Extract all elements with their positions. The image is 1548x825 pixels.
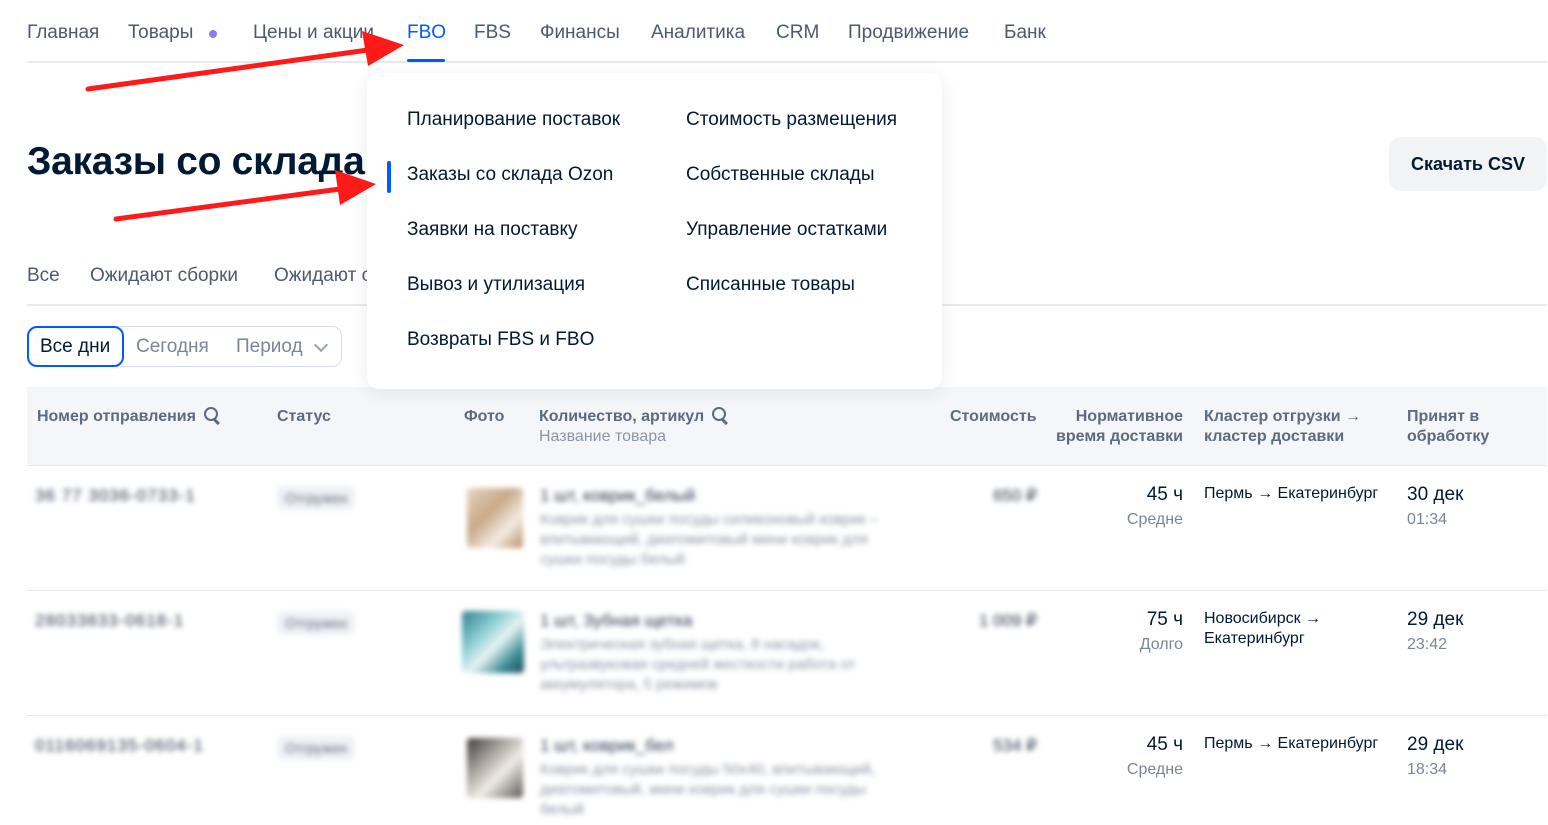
date-filter-period[interactable]: Период (236, 336, 303, 358)
nav-item-fbo[interactable]: FBO (407, 22, 446, 44)
product-description: Коврик для сушки посуды 50х40, впитывающ… (540, 761, 876, 818)
col-product-name-label: Название товара (539, 428, 667, 445)
menu-item-ozon-warehouse-orders[interactable]: Заказы со склада Ozon (407, 164, 613, 186)
menu-item-supply-planning[interactable]: Планирование поставок (407, 109, 620, 131)
date-filter-all-days[interactable]: Все дни (27, 326, 124, 367)
col-delivery-time-line2: время доставки (1056, 428, 1183, 445)
delivery-speed: Средне (1126, 511, 1183, 528)
nav-item-main[interactable]: Главная (27, 22, 99, 44)
accepted-date: 30 дек (1407, 484, 1464, 505)
product-photo[interactable] (462, 611, 524, 673)
product-photo[interactable] (467, 488, 523, 548)
delivery-speed: Долго (1139, 636, 1183, 653)
accepted-date: 29 дек (1407, 734, 1464, 755)
nav-item-prices[interactable]: Цены и акции (253, 22, 374, 44)
tab-awaiting-assembly[interactable]: Ожидают сборки (90, 265, 238, 287)
nav-item-products[interactable]: Товары (128, 22, 193, 44)
product-title[interactable]: 1 шт, коврик_белый (540, 486, 695, 506)
menu-item-stock-management[interactable]: Управление остатками (686, 219, 887, 241)
table-header: Номер отправления Статус Фото Количество… (27, 387, 1547, 466)
col-status: Статус (277, 408, 331, 425)
chevron-down-icon (313, 337, 329, 353)
col-delivery-time: Нормативное время доставки (1056, 407, 1183, 447)
table-row[interactable]: 28033833-0618-1 Отгружен 1 шт, Зубная ще… (27, 591, 1547, 716)
price: 650 ₽ (993, 486, 1037, 505)
product-description: Электрическая зубная щетка, 8 насадок, у… (540, 636, 856, 693)
cluster-route: Пермь → Екатеринбург (1204, 735, 1379, 752)
menu-item-removal-disposal[interactable]: Вывоз и утилизация (407, 274, 585, 296)
notification-dot (209, 30, 217, 38)
download-csv-button[interactable]: Скачать CSV (1389, 137, 1547, 191)
col-delivery-time-line1: Нормативное (1075, 408, 1183, 425)
search-icon[interactable] (203, 407, 220, 423)
order-number[interactable]: 36 77 3036-0733-1 (35, 486, 196, 506)
nav-item-promotion[interactable]: Продвижение (848, 22, 969, 44)
col-cluster: Кластер отгрузки → кластер доставки (1204, 407, 1361, 447)
accepted-time: 23:42 (1407, 636, 1448, 653)
nav-item-crm[interactable]: CRM (776, 22, 819, 44)
product-title[interactable]: 1 шт, Зубная щетка (540, 611, 692, 631)
menu-item-supply-requests[interactable]: Заявки на поставку (407, 219, 578, 241)
page-title: Заказы со склада (27, 140, 365, 183)
product-photo[interactable] (467, 738, 523, 798)
col-order-number-label: Номер отправления (37, 408, 196, 425)
col-cluster-line1: Кластер отгрузки → (1204, 408, 1362, 425)
date-filter: Все дни Сегодня Период (27, 326, 342, 367)
nav-item-analytics[interactable]: Аналитика (651, 22, 745, 44)
accepted-time: 01:34 (1407, 511, 1448, 528)
col-accepted-line1: Принят в (1407, 408, 1480, 425)
tab-all[interactable]: Все (27, 265, 60, 287)
menu-item-written-off[interactable]: Списанные товары (686, 274, 855, 296)
date-filter-today[interactable]: Сегодня (136, 336, 209, 358)
accepted-time: 18:34 (1407, 761, 1448, 778)
tab-awaiting-shipment[interactable]: Ожидают с (274, 265, 371, 287)
accepted-date: 29 дек (1407, 609, 1464, 630)
cluster-route: Пермь → Екатеринбург (1204, 485, 1379, 502)
top-nav: Главная Товары Цены и акции FBO FBS Фина… (27, 0, 1547, 63)
search-icon[interactable] (712, 407, 728, 423)
delivery-hours: 45 ч (1146, 734, 1183, 755)
nav-active-underline (407, 59, 445, 62)
col-accepted: Принят в обработку (1407, 407, 1489, 447)
col-price: Стоимость (950, 408, 1037, 425)
delivery-hours: 45 ч (1146, 484, 1183, 505)
product-description: Коврик для сушки посуды силиконовый ковр… (540, 511, 878, 568)
status-badge: Отгружен (277, 736, 356, 760)
menu-item-storage-cost[interactable]: Стоимость размещения (686, 109, 897, 131)
order-number[interactable]: 28033833-0618-1 (35, 611, 184, 631)
table-row[interactable]: 0116069135-0604-1 Отгружен 1 шт, коврик_… (27, 716, 1547, 825)
price: 1 009 ₽ (978, 611, 1037, 630)
order-number[interactable]: 0116069135-0604-1 (35, 736, 204, 756)
col-accepted-line2: обработку (1407, 428, 1490, 445)
col-quantity-label: Количество, артикул (539, 408, 705, 425)
delivery-hours: 75 ч (1146, 609, 1183, 630)
price: 534 ₽ (993, 736, 1037, 755)
nav-item-finance[interactable]: Финансы (540, 22, 620, 44)
status-badge: Отгружен (277, 611, 356, 635)
product-title[interactable]: 1 шт, коврик_бел (540, 736, 673, 756)
menu-active-indicator (387, 161, 391, 193)
table-row[interactable]: 36 77 3036-0733-1 Отгружен 1 шт, коврик_… (27, 466, 1547, 591)
status-badge: Отгружен (277, 486, 356, 510)
cluster-route: Новосибирск → Екатеринбург (1204, 610, 1322, 647)
date-filter-all-days-label: Все дни (40, 336, 111, 357)
col-cluster-line2: кластер доставки (1204, 428, 1345, 445)
col-quantity[interactable]: Количество, артикул Название товара (539, 407, 728, 447)
menu-item-own-warehouses[interactable]: Собственные склады (686, 164, 875, 186)
nav-item-fbs[interactable]: FBS (474, 22, 511, 44)
delivery-speed: Средне (1126, 761, 1183, 778)
col-order-number[interactable]: Номер отправления (37, 407, 220, 427)
fbo-dropdown-menu: Планирование поставок Заказы со склада O… (367, 73, 942, 389)
col-photo: Фото (464, 408, 505, 425)
menu-item-returns[interactable]: Возвраты FBS и FBO (407, 329, 594, 351)
nav-item-bank[interactable]: Банк (1004, 22, 1046, 44)
